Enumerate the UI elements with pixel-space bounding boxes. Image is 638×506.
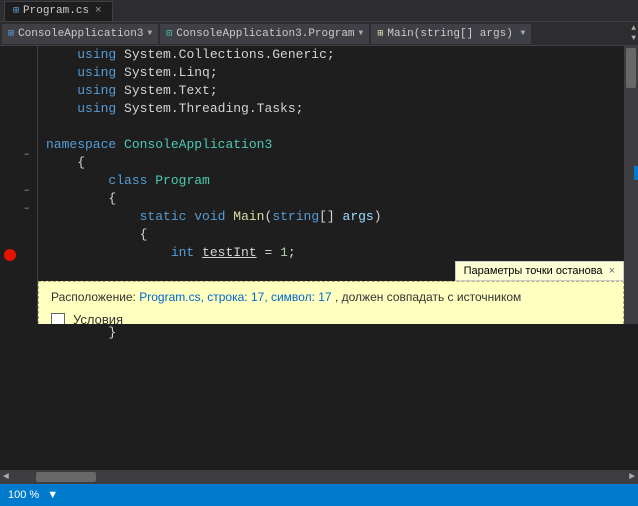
location-prefix: Расположение: [51,290,136,304]
code-line: using System.Threading.Tasks; [46,100,624,118]
title-bar: ⊞ Program.cs × [0,0,638,22]
program-cs-tab[interactable]: ⊞ Program.cs × [4,1,113,21]
collapse-class-icon[interactable]: − [24,186,29,196]
code-line: { [46,154,624,172]
bp-condition-row: Условия [51,312,611,324]
zoom-dropdown-icon[interactable]: ▼ [47,489,58,501]
bp-location: Расположение: Program.cs, строка: 17, си… [51,290,611,304]
namespace-label: ConsoleApplication3 [18,28,143,40]
breakpoint-dot[interactable] [4,249,16,261]
namespace-dropdown[interactable]: ⊞ ConsoleApplication3 ▼ [2,24,158,44]
scroll-thumb[interactable] [626,48,636,88]
scroll-track[interactable] [16,472,622,482]
status-bar: 100 % ▼ [0,484,638,506]
file-icon: ⊞ [13,5,19,17]
code-line [46,118,624,136]
chevron-down-icon2: ▼ [359,29,364,38]
location-suffix: , должен совпадать с источником [335,290,521,304]
scroll-right-icon[interactable]: ► [626,472,638,483]
code-line: int testInt = 1; [46,244,624,262]
chevron-down-icon3: ▼ [521,29,526,38]
scroll-left-icon[interactable]: ◄ [0,472,12,483]
tooltip-close-button[interactable]: × [609,265,615,277]
position-marker [634,166,638,180]
tab-label: Program.cs [23,5,89,17]
method-label: Main(string[] args) [387,28,512,40]
class-dropdown[interactable]: ⊡ ConsoleApplication3.Program ▼ [160,24,369,44]
code-line: namespace ConsoleApplication3 [46,136,624,154]
location-link[interactable]: Program.cs, строка: 17, символ: 17 [139,290,331,304]
condition-checkbox[interactable] [51,313,65,325]
gutter: − − − [0,46,38,324]
tab-close-button[interactable]: × [93,5,104,17]
code-line: { [46,226,624,244]
horizontal-scrollbar[interactable]: ◄ ► [0,470,638,484]
collapse-namespace-icon[interactable]: − [24,150,29,160]
condition-label: Условия [73,312,123,324]
code-line: using System.Linq; [46,64,624,82]
vertical-scrollbar[interactable] [624,46,638,324]
chevron-down-icon: ▼ [147,29,152,38]
zoom-level: 100 % [8,489,39,501]
code-line: } [46,324,116,342]
method-dropdown[interactable]: ⊞ Main(string[] args) ▼ [371,24,531,44]
scroll-down-icon[interactable]: ▼ [631,34,636,44]
h-scroll-thumb[interactable] [36,472,96,482]
code-line: static void Main(string[] args) [46,208,624,226]
scroll-up-icon[interactable]: ▲ [631,24,636,34]
breakpoint-tooltip: Параметры точки останова × [455,261,624,281]
tooltip-label: Параметры точки останова [464,265,603,277]
namespace-icon: ⊞ [8,28,14,40]
class-label: ConsoleApplication3.Program [176,28,354,40]
code-continuation: } [0,324,638,344]
breakpoint-panel: Расположение: Program.cs, строка: 17, си… [38,281,624,324]
editor-area: − − − using System.Collections.Generic; … [0,46,638,324]
method-icon: ⊞ [377,28,383,40]
class-icon: ⊡ [166,28,172,40]
code-line: using System.Collections.Generic; [46,46,624,64]
code-line: class Program [46,172,624,190]
code-line: { [46,190,624,208]
code-line: using System.Text; [46,82,624,100]
collapse-method-icon[interactable]: − [24,204,29,214]
scroll-buttons[interactable]: ▲ ▼ [631,24,636,44]
dropdown-bar: ⊞ ConsoleApplication3 ▼ ⊡ ConsoleApplica… [0,22,638,46]
